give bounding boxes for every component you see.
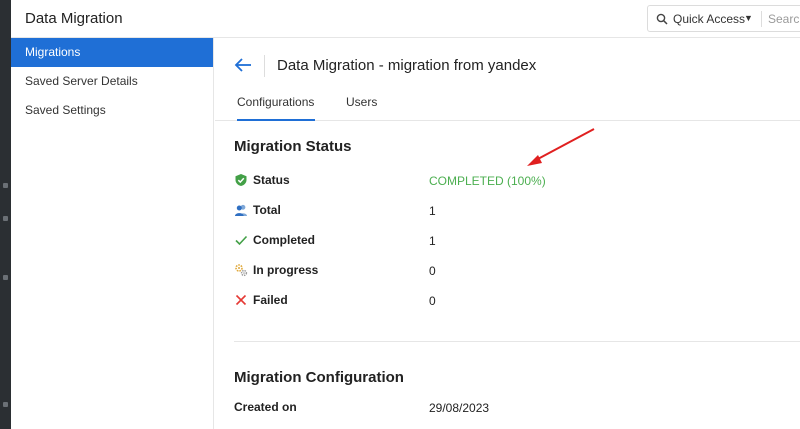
in-progress-row: In progress 0 bbox=[234, 262, 794, 282]
completed-row: Completed 1 bbox=[234, 232, 794, 252]
progress-gears-icon bbox=[234, 263, 248, 277]
quick-access-bar: Quick Access ▼ bbox=[647, 5, 800, 32]
status-label: Status bbox=[253, 173, 290, 187]
total-value: 1 bbox=[429, 204, 436, 218]
completed-label: Completed bbox=[253, 233, 316, 247]
failed-row: Failed 0 bbox=[234, 292, 794, 312]
shield-check-icon bbox=[234, 173, 248, 187]
quick-access-button[interactable]: Quick Access bbox=[673, 12, 745, 26]
divider bbox=[761, 11, 762, 27]
sidebar: Migrations Saved Server Details Saved Se… bbox=[11, 38, 214, 429]
strip-dot bbox=[3, 216, 8, 221]
strip-dot bbox=[3, 402, 8, 407]
cross-icon bbox=[234, 293, 248, 307]
created-on-value: 29/08/2023 bbox=[429, 401, 490, 415]
migration-configuration-title: Migration Configuration bbox=[234, 369, 404, 386]
sidebar-item-saved-server-details[interactable]: Saved Server Details bbox=[11, 67, 213, 96]
top-header: Data Migration Quick Access ▼ bbox=[11, 0, 800, 38]
completed-value: 1 bbox=[429, 234, 436, 248]
in-progress-value: 0 bbox=[429, 264, 436, 278]
left-edge-strip bbox=[0, 0, 11, 429]
main-content: Data Migration - migration from yandex C… bbox=[215, 38, 800, 429]
total-row: Total 1 bbox=[234, 202, 794, 222]
sidebar-item-migrations[interactable]: Migrations bbox=[11, 38, 213, 67]
migration-status-title: Migration Status bbox=[234, 138, 352, 155]
tab-configurations[interactable]: Configurations bbox=[237, 95, 315, 121]
app-title: Data Migration bbox=[25, 10, 123, 27]
strip-dot bbox=[3, 183, 8, 188]
failed-label: Failed bbox=[253, 293, 288, 307]
total-label: Total bbox=[253, 203, 281, 217]
created-on-label: Created on bbox=[234, 400, 297, 414]
users-icon bbox=[234, 203, 248, 217]
divider bbox=[264, 55, 265, 77]
tab-users[interactable]: Users bbox=[346, 95, 377, 121]
chevron-down-icon[interactable]: ▼ bbox=[744, 13, 753, 23]
page-title: Data Migration - migration from yandex bbox=[277, 57, 537, 74]
strip-dot bbox=[3, 275, 8, 280]
in-progress-label: In progress bbox=[253, 263, 319, 277]
check-icon bbox=[234, 233, 248, 247]
failed-value: 0 bbox=[429, 294, 436, 308]
search-icon[interactable] bbox=[656, 12, 668, 30]
tab-bar: Configurations Users bbox=[215, 95, 800, 121]
app-window: Data Migration Quick Access ▼ Migrations… bbox=[0, 0, 800, 429]
status-value: COMPLETED (100%) bbox=[429, 174, 546, 188]
search-input[interactable] bbox=[768, 10, 800, 28]
sidebar-item-saved-settings[interactable]: Saved Settings bbox=[11, 96, 213, 125]
section-divider bbox=[234, 341, 800, 342]
status-row: Status COMPLETED (100%) bbox=[234, 172, 794, 192]
back-arrow-icon[interactable] bbox=[233, 56, 253, 74]
